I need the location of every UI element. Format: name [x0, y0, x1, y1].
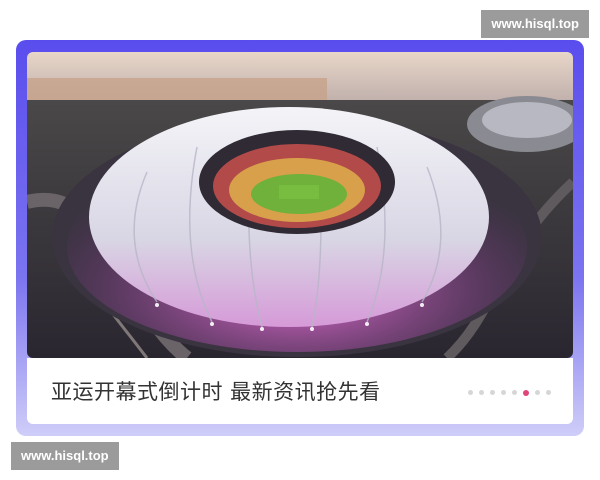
- carousel-dot[interactable]: [535, 390, 540, 395]
- carousel-dot[interactable]: [501, 390, 506, 395]
- banner-caption[interactable]: 亚运开幕式倒计时 最新资讯抢先看: [51, 376, 381, 406]
- banner-card[interactable]: 亚运开幕式倒计时 最新资讯抢先看: [16, 40, 584, 436]
- watermark-bottom: www.hisql.top: [11, 442, 119, 470]
- stadium-illustration: [27, 52, 573, 358]
- watermark-top: www.hisql.top: [481, 10, 589, 38]
- carousel-dot[interactable]: [479, 390, 484, 395]
- carousel-indicator: [468, 389, 551, 396]
- carousel-dot[interactable]: [490, 390, 495, 395]
- caption-bar[interactable]: 亚运开幕式倒计时 最新资讯抢先看: [27, 358, 573, 424]
- carousel-dot-active[interactable]: [523, 389, 529, 396]
- carousel-dot[interactable]: [512, 390, 517, 395]
- carousel-dot[interactable]: [468, 390, 473, 395]
- carousel-dot[interactable]: [546, 390, 551, 395]
- page: www.hisql.top 亚运开幕式倒计时 最新资讯抢先看 www.hisql…: [0, 0, 600, 480]
- stadium-photo[interactable]: [27, 52, 573, 358]
